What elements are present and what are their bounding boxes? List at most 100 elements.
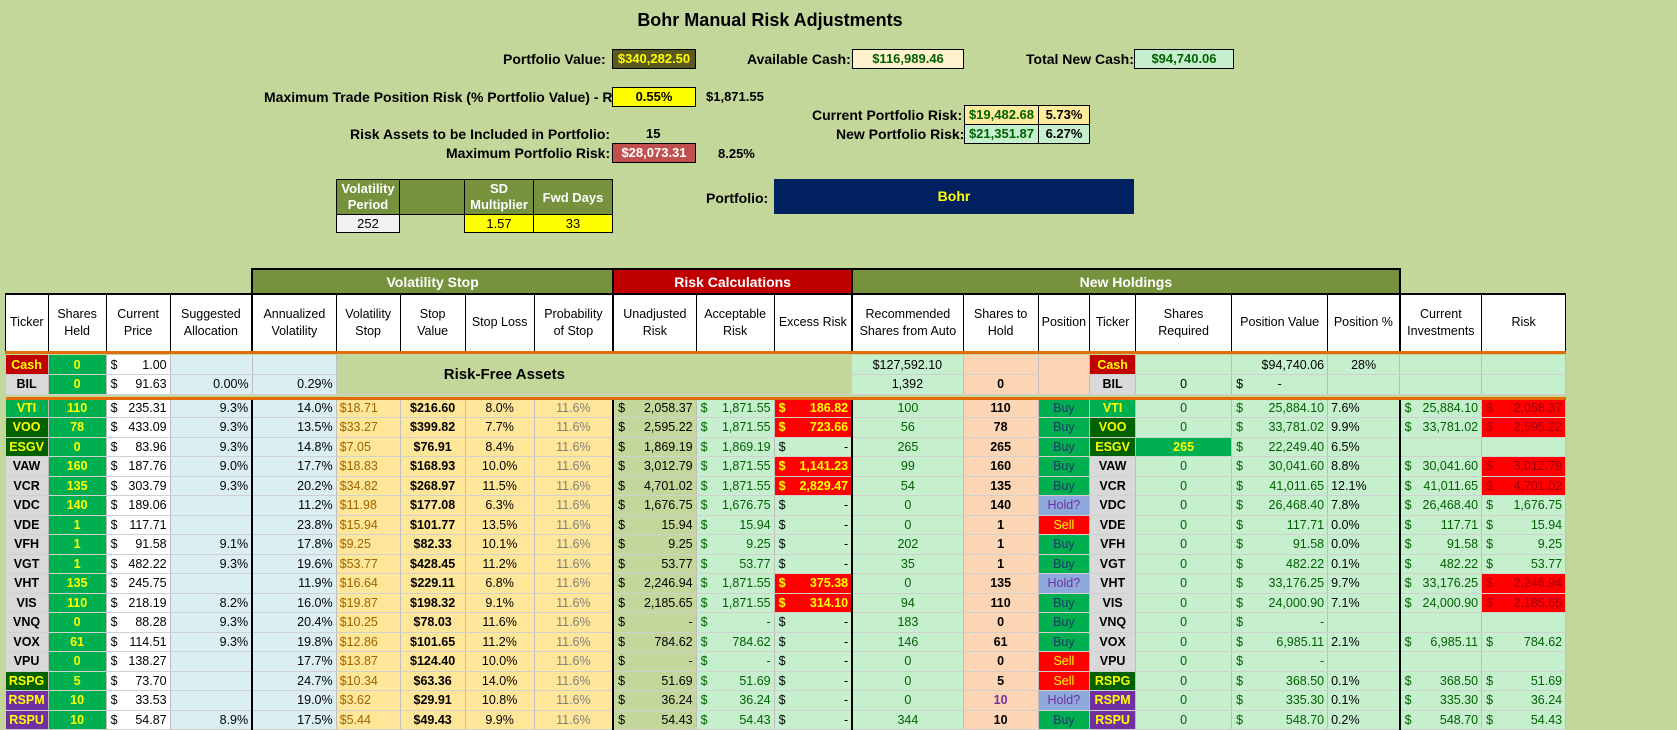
header-annualized-volatility[interactable]: Annualized Volatility (251, 293, 337, 353)
header-current-price[interactable]: Current Price (105, 293, 171, 353)
current-risk-amount[interactable]: $19,482.68 (964, 105, 1039, 125)
row-shares-to-hold[interactable]: 0 (963, 651, 1039, 672)
row-shares-held[interactable]: 0 (48, 437, 107, 457)
row-shares-to-hold[interactable]: 61 (963, 632, 1039, 652)
row-ticker[interactable]: VFH (5, 534, 49, 555)
header-shares-required[interactable]: Shares Required (1135, 293, 1233, 353)
row-shares-held[interactable]: 135 (48, 573, 107, 594)
row-suggested-allocation[interactable]: 9.3% (170, 476, 253, 496)
row-suggested-allocation[interactable]: 9.3% (170, 437, 253, 457)
row-shares-held[interactable]: 1 (48, 554, 107, 574)
row-suggested-allocation[interactable] (170, 671, 253, 691)
row-ticker[interactable]: RSPM (5, 690, 49, 711)
row-suggested-allocation[interactable]: 8.9% (170, 710, 253, 730)
row-shares-to-hold[interactable]: 135 (963, 476, 1039, 496)
row-ticker[interactable]: RSPU (5, 710, 49, 730)
header-position-value[interactable]: Position Value (1231, 293, 1329, 353)
max-portfolio-risk-cell[interactable]: $28,073.31 (612, 143, 696, 163)
row-suggested-allocation[interactable] (170, 690, 253, 711)
row-ticker[interactable]: RSPG (5, 671, 49, 691)
row-shares-to-hold[interactable]: 1 (963, 534, 1039, 555)
row-ticker[interactable]: VDC (5, 495, 49, 516)
row-shares-to-hold[interactable]: 140 (963, 495, 1039, 516)
row-shares-to-hold[interactable]: 78 (963, 417, 1039, 438)
vol-period-value[interactable]: 252 (336, 214, 400, 233)
new-risk-amount[interactable]: $21,351.87 (964, 124, 1039, 144)
row-suggested-allocation[interactable] (170, 651, 253, 672)
row-ticker[interactable]: VTI (5, 398, 49, 418)
header-ticker-2[interactable]: Ticker (1089, 293, 1137, 353)
row-shares-to-hold[interactable]: 265 (963, 437, 1039, 457)
cash-ticker[interactable]: Cash (5, 355, 49, 375)
header-stop-loss[interactable]: Stop Loss (464, 293, 535, 353)
header-suggested-allocation[interactable]: Suggested Allocation (169, 293, 253, 353)
row-suggested-allocation[interactable] (170, 573, 253, 594)
header-excess-risk[interactable]: Excess Risk (773, 293, 853, 353)
row-shares-to-hold[interactable]: 10 (963, 690, 1039, 711)
row-shares-held[interactable]: 110 (48, 593, 107, 613)
current-risk-pct[interactable]: 5.73% (1038, 105, 1090, 125)
row-suggested-allocation[interactable]: 9.3% (170, 632, 253, 652)
row-ticker[interactable]: VDE (5, 515, 49, 535)
row-shares-held[interactable]: 160 (48, 456, 107, 477)
header-risk[interactable]: Risk (1481, 293, 1567, 353)
row-suggested-allocation[interactable]: 9.3% (170, 417, 253, 438)
row-shares-to-hold[interactable]: 1 (963, 515, 1039, 535)
row-shares-to-hold[interactable]: 5 (963, 671, 1039, 691)
row-ticker[interactable]: VGT (5, 554, 49, 574)
row-shares-held[interactable]: 5 (48, 671, 107, 691)
header-ticker[interactable]: Ticker (5, 293, 49, 353)
cash-shares[interactable]: 0 (48, 355, 107, 375)
row-ticker[interactable]: ESGV (5, 437, 49, 457)
row-ticker[interactable]: VIS (5, 593, 49, 613)
row-shares-to-hold[interactable]: 135 (963, 573, 1039, 594)
header-current-investments[interactable]: Current Investments (1398, 293, 1483, 353)
header-position[interactable]: Position (1037, 293, 1091, 353)
row-shares-to-hold[interactable]: 10 (963, 710, 1039, 730)
row-shares-to-hold[interactable]: 110 (963, 398, 1039, 418)
row-shares-to-hold[interactable]: 1 (963, 554, 1039, 574)
available-cash-cell[interactable]: $116,989.46 (852, 49, 964, 69)
row-shares-to-hold[interactable]: 0 (963, 612, 1039, 633)
header-recommended-shares[interactable]: Recommended Shares from Auto (851, 293, 964, 353)
row-shares-held[interactable]: 10 (48, 710, 107, 730)
header-position-pct[interactable]: Position % (1327, 293, 1401, 353)
row-shares-held[interactable]: 135 (48, 476, 107, 496)
header-shares-held[interactable]: Shares Held (47, 293, 107, 353)
row-suggested-allocation[interactable]: 9.0% (170, 456, 253, 477)
row-suggested-allocation[interactable] (170, 495, 253, 516)
row-ticker[interactable]: VOX (5, 632, 49, 652)
header-probability-of-stop[interactable]: Probability of Stop (533, 293, 614, 353)
header-shares-to-hold[interactable]: Shares to Hold (962, 293, 1039, 353)
row-ticker[interactable]: VHT (5, 573, 49, 594)
header-unadjusted-risk[interactable]: Unadjusted Risk (612, 293, 697, 353)
row-shares-held[interactable]: 0 (48, 651, 107, 672)
new-risk-pct[interactable]: 6.27% (1038, 124, 1090, 144)
header-stop-value[interactable]: Stop Value (399, 293, 466, 353)
row-shares-to-hold[interactable]: 110 (963, 593, 1039, 613)
row-suggested-allocation[interactable]: 9.3% (170, 554, 253, 574)
row-suggested-allocation[interactable] (170, 515, 253, 535)
sd-multiplier-value[interactable]: 1.57 (464, 214, 534, 233)
row-ticker[interactable]: VOO (5, 417, 49, 438)
row-shares-held[interactable]: 0 (48, 612, 107, 633)
row-shares-to-hold[interactable]: 160 (963, 456, 1039, 477)
header-volatility-stop[interactable]: Volatility Stop (335, 293, 401, 353)
row-suggested-allocation[interactable]: 9.1% (170, 534, 253, 555)
fwd-days-value[interactable]: 33 (533, 214, 613, 233)
portfolio-value-cell[interactable]: $340,282.50 (612, 49, 696, 69)
portfolio-name-cell[interactable]: Bohr (774, 179, 1134, 214)
row-shares-held[interactable]: 1 (48, 515, 107, 535)
row-ticker[interactable]: VNQ (5, 612, 49, 633)
row-ticker[interactable]: VAW (5, 456, 49, 477)
row-shares-held[interactable]: 61 (48, 632, 107, 652)
row-shares-held[interactable]: 78 (48, 417, 107, 438)
row-ticker[interactable]: VPU (5, 651, 49, 672)
bil-shares[interactable]: 0 (48, 374, 107, 395)
row-suggested-allocation[interactable]: 9.3% (170, 398, 253, 418)
total-new-cash-cell[interactable]: $94,740.06 (1134, 49, 1234, 69)
row-shares-held[interactable]: 10 (48, 690, 107, 711)
header-acceptable-risk[interactable]: Acceptable Risk (695, 293, 775, 353)
row-shares-held[interactable]: 1 (48, 534, 107, 555)
row-shares-held[interactable]: 110 (48, 398, 107, 418)
